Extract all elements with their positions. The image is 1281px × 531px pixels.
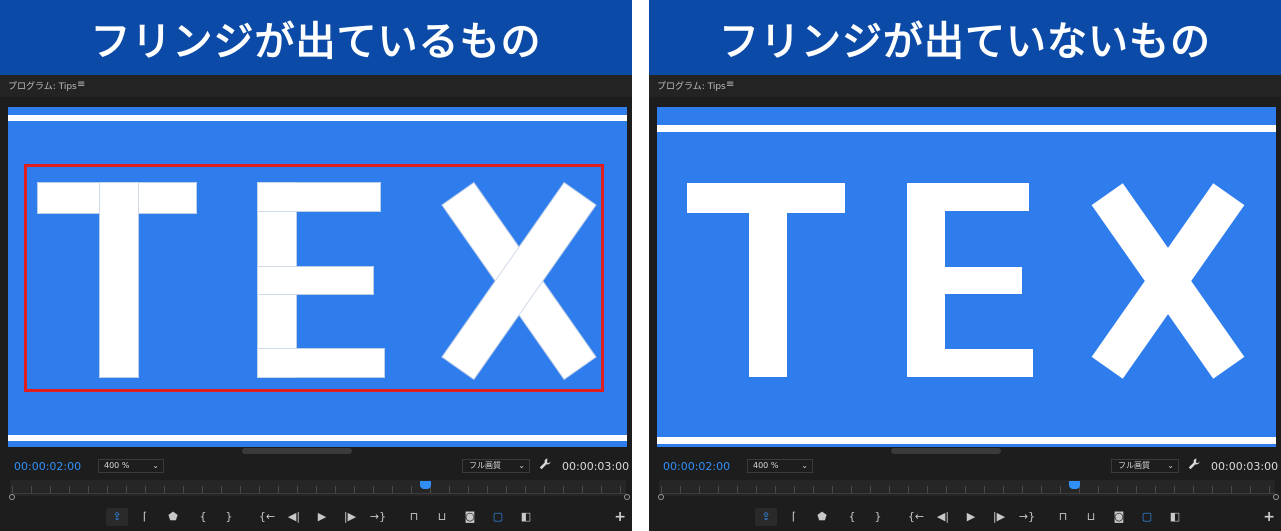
viewer-scrollbar[interactable] bbox=[242, 448, 352, 454]
monitor-controls: 00:00:02:00 400 % ⌄ フル画質 ⌄ 00:00:03:00 bbox=[649, 456, 1281, 476]
quality-value: フル画質 bbox=[1118, 461, 1150, 470]
duration-timecode: 00:00:03:00 bbox=[1211, 460, 1279, 473]
playhead[interactable] bbox=[1069, 481, 1080, 489]
zoom-handle-right[interactable] bbox=[1273, 494, 1279, 500]
panel-menu-icon[interactable]: ≡ bbox=[77, 79, 85, 90]
top-white-line bbox=[657, 125, 1276, 132]
zoom-select[interactable]: 400 % ⌄ bbox=[98, 459, 164, 473]
panel-menu-icon[interactable]: ≡ bbox=[726, 79, 734, 90]
time-ruler bbox=[12, 486, 626, 493]
chevron-down-icon: ⌄ bbox=[152, 461, 159, 470]
banner: フリンジが出ていないもの bbox=[649, 0, 1281, 75]
transport-controls: ⇪ ⌈ ⬟ { } {← ◀| ▶ |▶ →} ⊓ ⊔ ◙ ▢ ◧ + bbox=[0, 506, 632, 530]
zoom-handle-right[interactable] bbox=[624, 494, 630, 500]
mini-timeline[interactable] bbox=[0, 478, 632, 500]
zoom-handle-left[interactable] bbox=[658, 494, 664, 500]
top-white-line bbox=[8, 115, 627, 121]
program-viewer[interactable] bbox=[657, 107, 1276, 447]
zoom-value: 400 % bbox=[753, 461, 779, 470]
viewer-letter-e bbox=[907, 183, 1037, 379]
panel-header: プログラム: Tips ≡ bbox=[649, 75, 1281, 97]
zoom-value: 400 % bbox=[104, 461, 130, 470]
step-forward-icon[interactable]: |▶ bbox=[339, 508, 361, 526]
camera-icon[interactable]: ◙ bbox=[1108, 508, 1130, 526]
panel-header: プログラム: Tips ≡ bbox=[0, 75, 632, 97]
lift-icon[interactable]: ⊓ bbox=[403, 508, 425, 526]
wrench-icon[interactable] bbox=[539, 458, 551, 473]
export-frame-icon[interactable]: ⇪ bbox=[106, 508, 128, 526]
mark-in-brace-icon[interactable]: { bbox=[841, 508, 863, 526]
zoom-select[interactable]: 400 % ⌄ bbox=[747, 459, 813, 473]
button-editor-add-button[interactable]: + bbox=[1263, 509, 1275, 525]
extract-icon[interactable]: ⊔ bbox=[1080, 508, 1102, 526]
bottom-white-line bbox=[8, 435, 627, 441]
mark-in-brace-icon[interactable]: { bbox=[192, 508, 214, 526]
go-to-out-icon[interactable]: →} bbox=[1016, 508, 1038, 526]
lift-icon[interactable]: ⊓ bbox=[1052, 508, 1074, 526]
play-icon[interactable]: ▶ bbox=[311, 508, 333, 526]
marker-icon[interactable]: ⬟ bbox=[162, 508, 184, 526]
viewer-letter-x bbox=[1087, 183, 1247, 379]
transport-controls: ⇪ ⌈ ⬟ { } {← ◀| ▶ |▶ →} ⊓ ⊔ ◙ ▢ ◧ + bbox=[649, 506, 1281, 530]
highlight-frame bbox=[24, 164, 604, 392]
wrench-icon[interactable] bbox=[1188, 458, 1200, 473]
chevron-down-icon: ⌄ bbox=[801, 461, 808, 470]
quality-value: フル画質 bbox=[469, 461, 501, 470]
playback-quality-select[interactable]: フル画質 ⌄ bbox=[1111, 459, 1179, 473]
mark-in-icon[interactable]: ⌈ bbox=[783, 508, 805, 526]
playback-quality-select[interactable]: フル画質 ⌄ bbox=[462, 459, 530, 473]
current-timecode[interactable]: 00:00:02:00 bbox=[663, 460, 730, 473]
chevron-down-icon: ⌄ bbox=[1167, 461, 1174, 470]
program-monitor-right: フリンジが出ていないもの プログラム: Tips ≡ 00:00:02:00 4… bbox=[649, 0, 1281, 531]
mark-out-brace-icon[interactable]: } bbox=[218, 508, 240, 526]
playhead[interactable] bbox=[420, 481, 431, 489]
mark-out-brace-icon[interactable]: } bbox=[867, 508, 889, 526]
comparison-view-icon[interactable]: ◧ bbox=[515, 508, 537, 526]
bottom-white-line bbox=[657, 437, 1276, 444]
chevron-down-icon: ⌄ bbox=[518, 461, 525, 470]
current-timecode[interactable]: 00:00:02:00 bbox=[14, 460, 81, 473]
play-icon[interactable]: ▶ bbox=[960, 508, 982, 526]
button-editor-add-button[interactable]: + bbox=[614, 509, 626, 525]
go-to-in-icon[interactable]: {← bbox=[905, 508, 927, 526]
zoom-handle-left[interactable] bbox=[9, 494, 15, 500]
marker-icon[interactable]: ⬟ bbox=[811, 508, 833, 526]
camera-icon[interactable]: ◙ bbox=[459, 508, 481, 526]
extract-icon[interactable]: ⊔ bbox=[431, 508, 453, 526]
program-viewer[interactable] bbox=[8, 107, 627, 447]
go-to-out-icon[interactable]: →} bbox=[367, 508, 389, 526]
step-back-icon[interactable]: ◀| bbox=[932, 508, 954, 526]
banner-title: フリンジが出ていないもの bbox=[719, 18, 1211, 65]
banner: フリンジが出ているもの bbox=[0, 0, 632, 75]
duration-timecode: 00:00:03:00 bbox=[562, 460, 630, 473]
comparison-view-icon[interactable]: ◧ bbox=[1164, 508, 1186, 526]
step-back-icon[interactable]: ◀| bbox=[283, 508, 305, 526]
monitor-controls: 00:00:02:00 400 % ⌄ フル画質 ⌄ 00:00:03:00 bbox=[0, 456, 632, 476]
mini-timeline[interactable] bbox=[649, 478, 1281, 500]
step-forward-icon[interactable]: |▶ bbox=[988, 508, 1010, 526]
export-frame-icon[interactable]: ⇪ bbox=[755, 508, 777, 526]
mark-in-icon[interactable]: ⌈ bbox=[134, 508, 156, 526]
panel-title[interactable]: プログラム: Tips bbox=[657, 79, 726, 92]
go-to-in-icon[interactable]: {← bbox=[256, 508, 278, 526]
safe-margins-icon[interactable]: ▢ bbox=[1136, 508, 1158, 526]
banner-title: フリンジが出ているもの bbox=[90, 18, 542, 65]
panel-title[interactable]: プログラム: Tips bbox=[8, 79, 77, 92]
safe-margins-icon[interactable]: ▢ bbox=[487, 508, 509, 526]
time-ruler bbox=[661, 486, 1275, 493]
program-monitor-left: フリンジが出ているもの プログラム: Tips ≡ 00:00:02:00 40… bbox=[0, 0, 632, 531]
viewer-scrollbar[interactable] bbox=[891, 448, 1001, 454]
viewer-letter-t bbox=[687, 183, 847, 379]
